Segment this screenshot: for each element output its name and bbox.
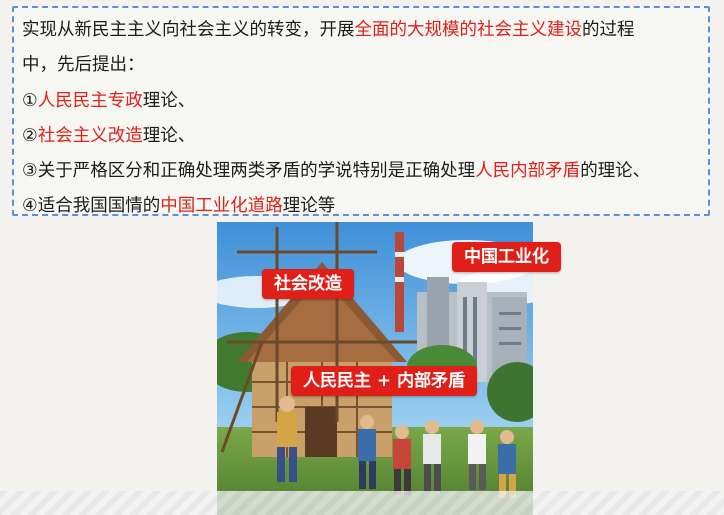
decorative-stripe — [0, 491, 724, 515]
text-line-3: ①人民民主专政理论、 — [22, 89, 195, 113]
text-segment: ③关于严格区分和正确处理两类矛盾的学说特别是正确处理 — [22, 161, 476, 181]
tag-people-democracy-contradictions: 人民民主 + 内部矛盾 — [291, 366, 478, 396]
text-line-4: ②社会主义改造理论、 — [22, 124, 195, 148]
text-line-5: ③关于严格区分和正确处理两类矛盾的学说特别是正确处理人民内部矛盾的理论、 — [22, 159, 650, 183]
text-line-1: 实现从新民主主义向社会主义的转变，开展全面的大规模的社会主义建设的过程 — [22, 18, 635, 42]
text-segment: 中，先后提出： — [22, 55, 145, 75]
highlight-text: 人民民主专政 — [37, 91, 143, 111]
tag-social-transformation: 社会改造 — [262, 269, 354, 299]
highlight-text: 社会主义改造 — [37, 126, 143, 146]
highlight-text: 中国工业化道路 — [160, 196, 283, 216]
text-segment: 的理论、 — [580, 161, 651, 181]
text-segment: 理论等 — [282, 196, 336, 216]
item-number: ① — [22, 91, 38, 111]
text-segment: 的过程 — [582, 20, 635, 40]
text-segment: 理论、 — [142, 126, 196, 146]
tag-china-industrialization: 中国工业化 — [452, 242, 561, 272]
item-number: ② — [22, 126, 38, 146]
text-segment: 理论、 — [142, 91, 196, 111]
highlight-text: 全面的大规模的社会主义建设 — [354, 20, 583, 40]
highlight-text: 人民内部矛盾 — [475, 161, 581, 181]
text-line-6: ④适合我国国情的中国工业化道路理论等 — [22, 194, 335, 218]
theory-text-box: 实现从新民主主义向社会主义的转变，开展全面的大规模的社会主义建设的过程 中，先后… — [12, 6, 710, 216]
text-segment: 实现从新民主主义向社会主义的转变，开展 — [22, 20, 355, 40]
text-segment: ④适合我国国情的 — [22, 196, 161, 216]
text-line-2: 中，先后提出： — [22, 53, 145, 77]
